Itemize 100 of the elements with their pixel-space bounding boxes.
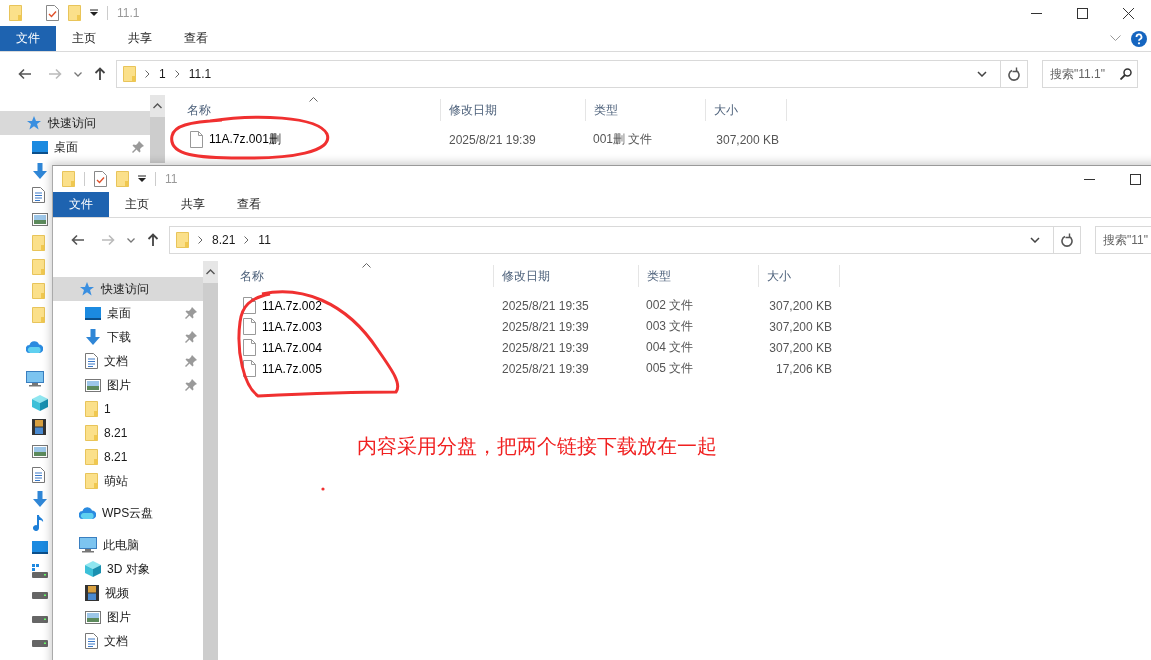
minimize-icon[interactable] (1030, 12, 1042, 14)
pin-icon[interactable] (185, 307, 197, 319)
address-bar[interactable]: 8.21 11 (169, 226, 1081, 254)
close-icon[interactable] (1122, 7, 1134, 19)
pin-icon[interactable] (185, 331, 197, 343)
cube-icon (85, 561, 101, 577)
ribbon-tab[interactable]: 主页 (109, 192, 165, 217)
star-icon (79, 281, 95, 297)
film-icon (32, 419, 46, 435)
pin-icon[interactable] (185, 379, 197, 391)
nav-item[interactable]: 快速访问 (53, 277, 203, 301)
file-name[interactable]: 11A.7z.002 (262, 298, 322, 313)
nav-item[interactable]: 8.21 (53, 421, 203, 445)
folder-icon (68, 5, 81, 21)
ribbon-tab[interactable]: 查看 (221, 192, 277, 217)
file-icon (243, 339, 256, 356)
checklist-icon[interactable] (94, 171, 107, 187)
chevron-icon (145, 70, 150, 78)
monitor-icon (32, 140, 48, 154)
nav-item[interactable]: 萌站 (53, 469, 203, 493)
chevron-icon (174, 70, 180, 78)
refresh-icon[interactable] (1008, 67, 1020, 81)
nav-item[interactable]: 图片 (53, 605, 203, 629)
download-icon (32, 491, 48, 507)
maximize-icon[interactable] (1076, 7, 1088, 19)
file-name[interactable]: 11A.7z.003 (262, 319, 322, 334)
folder-icon (176, 232, 189, 248)
address-bar[interactable]: 1 11.1 (116, 60, 1028, 88)
file-name[interactable]: 11A.7z.004 (262, 340, 322, 355)
column-header[interactable]: 修改日期 (494, 265, 639, 287)
table-cell-text: 2025/8/21 19:39 (448, 132, 537, 147)
ribbon-tab[interactable]: 文件 (0, 26, 56, 51)
file-name[interactable]: 11A.7z.001删 (209, 131, 281, 148)
picture-icon (32, 444, 48, 458)
help-icon[interactable] (1131, 30, 1147, 47)
pin-icon[interactable] (132, 141, 144, 153)
nav-item[interactable]: 文档 (53, 349, 203, 373)
file-icon (243, 318, 256, 335)
nav-item[interactable]: 桌面 (53, 301, 203, 325)
up-arrow-icon[interactable] (147, 233, 159, 247)
chevron-icon[interactable] (74, 71, 82, 77)
file-name[interactable]: 11A.7z.005 (262, 361, 322, 376)
column-header[interactable]: 类型 (639, 265, 759, 287)
ribbon-tab[interactable]: 共享 (112, 26, 168, 51)
caret-icon[interactable] (138, 175, 146, 183)
nav-item[interactable]: 下载 (53, 325, 203, 349)
chevron-icon[interactable] (1030, 237, 1040, 243)
nav-item[interactable]: WPS云盘 (53, 501, 203, 525)
nav-item[interactable]: 快速访问 (0, 111, 150, 135)
refresh-icon[interactable] (1061, 233, 1073, 247)
table-cell-text: 2025/8/21 19:39 (501, 361, 590, 376)
file-icon (190, 131, 203, 148)
nav-item[interactable]: 图片 (53, 373, 203, 397)
breadcrumb[interactable]: 11 (258, 233, 271, 247)
nav-item[interactable]: 1 (53, 397, 203, 421)
nav-item[interactable]: 8.21 (53, 445, 203, 469)
caret-icon[interactable] (90, 9, 98, 17)
maximize-icon[interactable] (1129, 173, 1141, 185)
column-header[interactable]: 类型 (586, 99, 706, 121)
nav-item[interactable]: 3D 对象 (53, 557, 203, 581)
table-cell-text: 307,200 KB (768, 340, 833, 355)
table-cell-text: 001删 文件 (592, 131, 654, 148)
table-cell-text: 002 文件 (645, 297, 695, 314)
back-arrow-icon[interactable] (71, 234, 85, 246)
dot-mark (321, 487, 325, 491)
folder-icon (85, 425, 98, 441)
nav-item[interactable]: 此电脑 (53, 533, 203, 557)
cloud-icon (26, 341, 43, 353)
table-cell-text: 2025/8/21 19:39 (501, 319, 590, 334)
ribbon-tab[interactable]: 文件 (53, 192, 109, 217)
chevron-icon[interactable] (977, 71, 987, 77)
table-cell-text: 2025/8/21 19:35 (501, 298, 590, 313)
ribbon-tab[interactable]: 主页 (56, 26, 112, 51)
folder-icon (32, 283, 45, 299)
breadcrumb[interactable]: 8.21 (212, 233, 236, 247)
star-icon (26, 115, 42, 131)
minimize-icon[interactable] (1083, 178, 1095, 180)
column-header[interactable]: 大小 (759, 265, 840, 287)
checklist-icon[interactable] (46, 5, 59, 21)
music-note-icon (32, 515, 44, 531)
nav-item[interactable]: 文档 (53, 629, 203, 653)
table-cell-text: 2025/8/21 19:39 (501, 340, 590, 355)
search-field[interactable]: 搜索"11" (1095, 226, 1151, 254)
up-arrow-icon[interactable] (94, 67, 106, 81)
pin-icon[interactable] (185, 355, 197, 367)
breadcrumb[interactable]: 1 (159, 67, 166, 81)
back-arrow-icon[interactable] (18, 68, 32, 80)
nav-item[interactable]: 桌面 (0, 135, 150, 159)
column-header[interactable]: 修改日期 (441, 99, 586, 121)
column-header[interactable]: 名称 (218, 265, 494, 287)
nav-item[interactable]: 视频 (53, 581, 203, 605)
breadcrumb[interactable]: 11.1 (188, 67, 212, 81)
ribbon-tab[interactable]: 共享 (165, 192, 221, 217)
scrollbar-thumb[interactable] (150, 117, 165, 163)
column-header[interactable]: 名称 (165, 99, 441, 121)
sort-caret-icon (309, 97, 318, 102)
chevron-icon[interactable] (127, 237, 135, 243)
ribbon-tab[interactable]: 查看 (168, 26, 224, 51)
column-header[interactable]: 大小 (706, 99, 787, 121)
search-field[interactable]: 搜索"11.1" (1042, 60, 1138, 88)
